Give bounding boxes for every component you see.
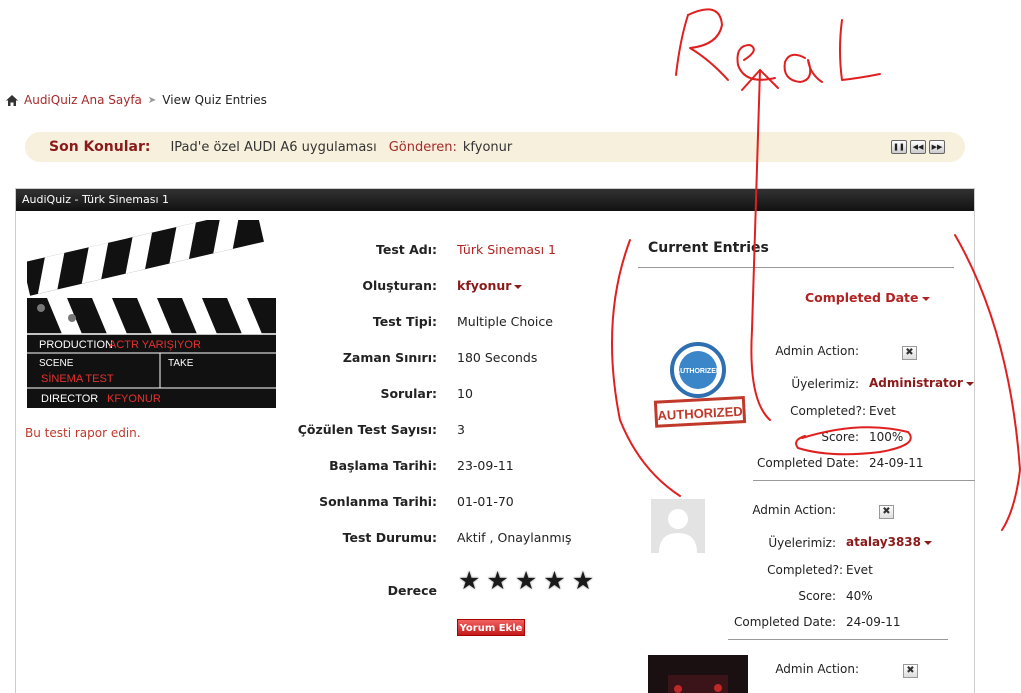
star-icon[interactable]: ★ (458, 568, 480, 594)
clap-scene-value: SİNEMA TEST (41, 372, 114, 385)
member-label: Üyelerimiz: (791, 377, 859, 391)
clap-director-label: DIRECTOR (41, 393, 98, 405)
home-icon[interactable] (6, 94, 18, 106)
questions-label: Sorular: (380, 386, 437, 401)
clap-production-label: PRODUCTION (39, 339, 113, 351)
star-icon[interactable]: ★ (515, 568, 537, 594)
member-link[interactable]: Administrator (869, 376, 974, 390)
clap-scene-label: SCENE (39, 358, 74, 369)
member-name: atalay3838 (846, 535, 921, 549)
completed-date-value: 24-09-11 (869, 456, 924, 470)
divider (728, 639, 948, 640)
chevron-down-icon (514, 284, 523, 289)
time-limit-value: 180 Seconds (457, 350, 538, 365)
sender-user-link[interactable]: kfyonur (463, 140, 512, 155)
delete-icon[interactable]: ✖ (903, 664, 918, 678)
breadcrumb-separator-icon: ➤ (147, 94, 157, 106)
score-value: 100% (869, 430, 904, 444)
divider (638, 267, 954, 268)
end-date-value: 01-01-70 (457, 494, 514, 509)
completed-label: Completed?: (767, 563, 843, 577)
sort-completed-date[interactable]: Completed Date (805, 290, 930, 305)
rewind-icon[interactable]: ◀◀ (910, 140, 926, 154)
star-icon[interactable]: ★ (486, 568, 508, 594)
recent-topic-link[interactable]: IPad'e özel AUDI A6 uygulaması (170, 140, 376, 155)
star-icon[interactable]: ★ (572, 568, 594, 594)
test-status-value: Aktif , Onaylanmış (457, 530, 572, 545)
test-status-label: Test Durumu: (342, 530, 437, 545)
admin-action-label: Admin Action: (775, 662, 859, 676)
rating-stars: ★ ★ ★ ★ ★ (458, 568, 594, 594)
score-label: Score: (821, 430, 859, 444)
questions-value: 10 (457, 386, 473, 401)
start-date-label: Başlama Tarihi: (329, 458, 437, 473)
delete-icon[interactable]: ✖ (879, 505, 894, 519)
end-date-label: Sonlanma Tarihi: (319, 494, 437, 509)
completed-value: Evet (869, 404, 896, 418)
start-date-value: 23-09-11 (457, 458, 514, 473)
forward-icon[interactable]: ▶▶ (929, 140, 945, 154)
creator-user-link[interactable]: kfyonur (457, 278, 523, 293)
breadcrumb-current: View Quiz Entries (162, 93, 267, 107)
test-name-value: Türk Sineması 1 (457, 242, 556, 257)
creator-name: kfyonur (457, 278, 512, 293)
admin-action-label: Admin Action: (752, 503, 836, 517)
completed-date-label: Completed Date: (734, 615, 836, 629)
completed-date-value: 24-09-11 (846, 615, 901, 629)
clap-take-label: TAKE (168, 358, 194, 369)
ticker-controls: ❚❚ ◀◀ ▶▶ (891, 140, 945, 154)
admin-action-label: Admin Action: (775, 344, 859, 358)
breadcrumb: AudiQuiz Ana Sayfa ➤ View Quiz Entries (6, 93, 267, 107)
svg-text:AUTHORIZED: AUTHORIZED (675, 368, 721, 375)
pause-icon[interactable]: ❚❚ (891, 140, 907, 154)
creator-label: Oluşturan: (362, 278, 437, 293)
member-name: Administrator (869, 376, 963, 390)
add-comment-button[interactable]: Yorum Ekle (457, 619, 525, 636)
completed-value: Evet (846, 563, 873, 577)
rating-label: Derece (387, 583, 437, 598)
test-type-label: Test Tipi: (372, 314, 437, 329)
sort-label: Completed Date (805, 290, 919, 305)
recent-topics-bar: Son Konular: IPad'e özel AUDI A6 uygulam… (25, 132, 965, 162)
score-label: Score: (798, 589, 836, 603)
sender-label: Gönderen: (388, 139, 457, 155)
member-label: Üyelerimiz: (768, 536, 836, 550)
test-name-label: Test Adı: (375, 242, 437, 257)
score-value: 40% (846, 589, 873, 603)
solved-count-label: Çözülen Test Sayısı: (297, 422, 437, 437)
breadcrumb-home-link[interactable]: AudiQuiz Ana Sayfa (24, 93, 142, 107)
current-entries-title: Current Entries (648, 240, 769, 256)
clap-production-value: ACTR YARIŞIYOR (109, 339, 201, 351)
star-icon[interactable]: ★ (543, 568, 565, 594)
chevron-down-icon (924, 540, 932, 545)
test-type-value: Multiple Choice (457, 314, 553, 329)
report-quiz-link[interactable]: Bu testi rapor edin. (25, 426, 141, 440)
completed-date-label: Completed Date: (757, 456, 859, 470)
panel-title: AudiQuiz - Türk Sineması 1 (16, 189, 974, 211)
chevron-down-icon (965, 381, 974, 386)
delete-icon[interactable]: ✖ (902, 346, 917, 360)
chevron-down-icon (921, 296, 930, 301)
member-link[interactable]: atalay3838 (846, 535, 932, 549)
divider (753, 480, 975, 481)
completed-label: Completed?: (790, 404, 866, 418)
recent-topics-label: Son Konular: (49, 139, 151, 155)
clap-director-value: KFYONUR (107, 393, 161, 405)
time-limit-label: Zaman Sınırı: (342, 350, 437, 365)
solved-count-value: 3 (457, 422, 465, 437)
